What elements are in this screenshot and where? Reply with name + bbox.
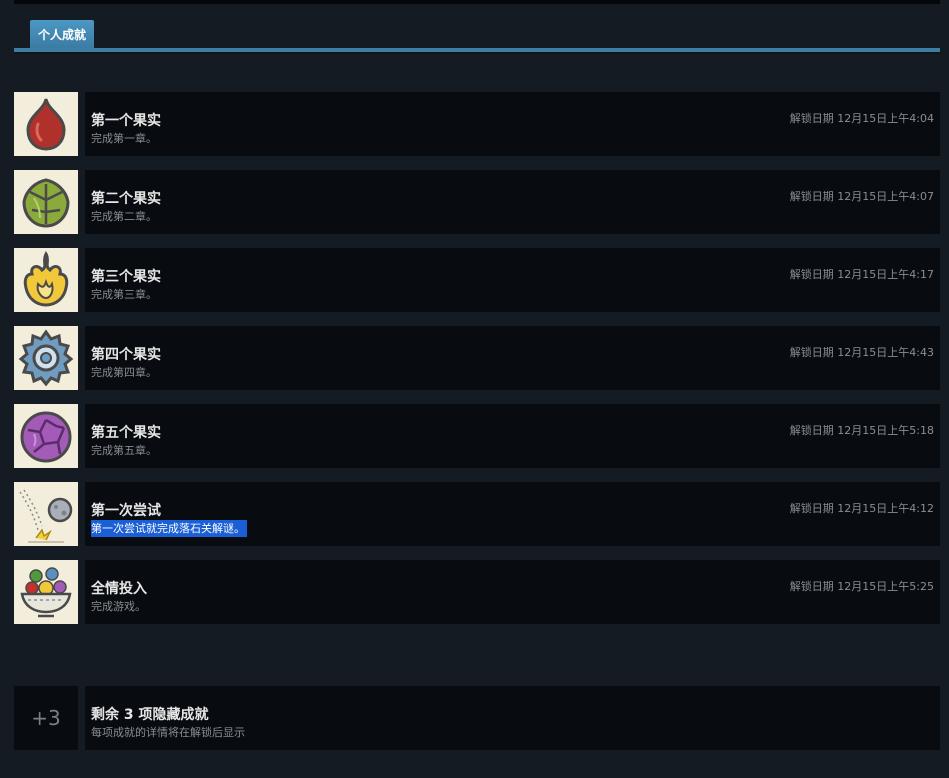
fire-fruit-icon [14, 248, 78, 312]
fruit-bowl-icon [14, 560, 78, 624]
purple-fruit-icon [14, 404, 78, 468]
hidden-count-badge: +3 [14, 686, 78, 750]
unlock-date: 解锁日期 12月15日上午4:17 [789, 268, 934, 281]
achievement-description: 完成游戏。 [91, 600, 146, 613]
achievement-description: 完成第五章。 [91, 444, 157, 457]
achievement-title: 第一个果实 [91, 113, 161, 129]
red-fruit-icon [14, 92, 78, 156]
unlock-date: 解锁日期 12月15日上午4:43 [789, 346, 934, 359]
unlock-date: 解锁日期 12月15日上午4:04 [789, 112, 934, 125]
achievement-description: 完成第三章。 [91, 288, 157, 301]
achievement-description: 完成第一章。 [91, 132, 157, 145]
tab-underline-shadow [14, 52, 940, 54]
unlock-date: 解锁日期 12月15日上午4:12 [789, 502, 934, 515]
unlock-date: 解锁日期 12月15日上午5:25 [789, 580, 934, 593]
achievement-title: 第一次尝试 [91, 503, 161, 519]
hidden-achievements-title: 剩余 3 项隐藏成就 [91, 707, 209, 723]
achievement-title: 第五个果实 [91, 425, 161, 441]
achievement-row: 第一次尝试 第一次尝试就完成落石关解谜。 解锁日期 12月15日上午4:12 [14, 482, 940, 546]
achievement-row: 全情投入 完成游戏。 解锁日期 12月15日上午5:25 [14, 560, 940, 624]
achievement-row: 第一个果实 完成第一章。 解锁日期 12月15日上午4:04 [14, 92, 940, 156]
achievement-row: 第三个果实 完成第三章。 解锁日期 12月15日上午4:17 [14, 248, 940, 312]
tab-personal-achievements[interactable]: 个人成就 [30, 20, 95, 49]
hidden-achievements-description: 每项成就的详情将在解锁后显示 [91, 726, 245, 739]
achievement-row: 第四个果实 完成第四章。 解锁日期 12月15日上午4:43 [14, 326, 940, 390]
achievement-row: 第二个果实 完成第二章。 解锁日期 12月15日上午4:07 [14, 170, 940, 234]
achievement-description-selected: 第一次尝试就完成落石关解谜。 [91, 520, 247, 537]
gear-fruit-icon [14, 326, 78, 390]
achievement-title: 全情投入 [91, 581, 147, 597]
unlock-date: 解锁日期 12月15日上午4:07 [789, 190, 934, 203]
falling-rock-icon [14, 482, 78, 546]
achievement-description: 完成第二章。 [91, 210, 157, 223]
achievement-title: 第二个果实 [91, 191, 161, 207]
achievement-row: 第五个果实 完成第五章。 解锁日期 12月15日上午5:18 [14, 404, 940, 468]
unlock-date: 解锁日期 12月15日上午5:18 [789, 424, 934, 437]
achievement-title: 第四个果实 [91, 347, 161, 363]
achievement-title: 第三个果实 [91, 269, 161, 285]
top-divider [14, 0, 940, 4]
achievement-description: 完成第四章。 [91, 366, 157, 379]
green-leaf-fruit-icon [14, 170, 78, 234]
hidden-achievements-row: +3 剩余 3 项隐藏成就 每项成就的详情将在解锁后显示 [14, 686, 940, 750]
